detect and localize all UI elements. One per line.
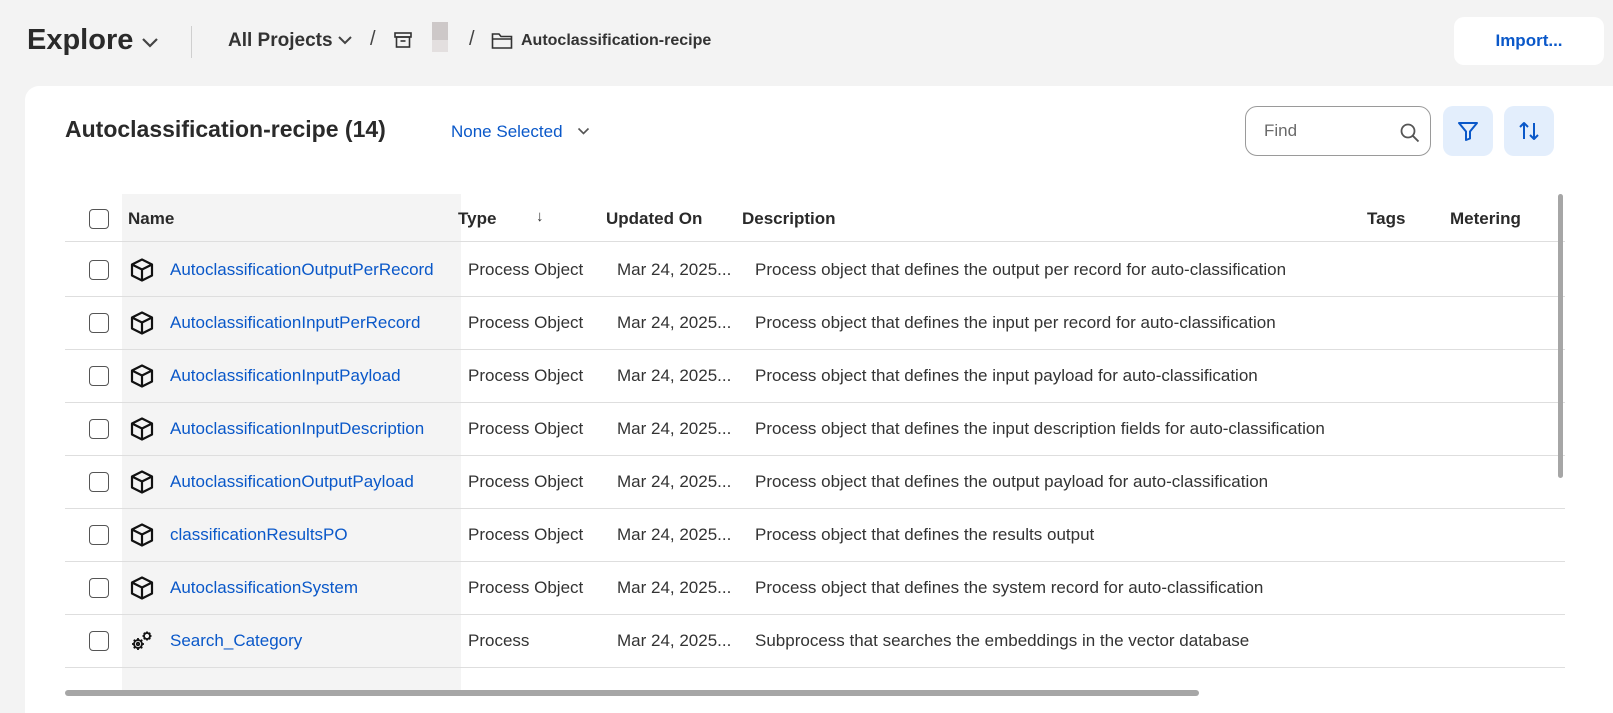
- column-header-tags[interactable]: Tags: [1367, 209, 1405, 229]
- vertical-scrollbar[interactable]: [1558, 194, 1563, 478]
- asset-name-link[interactable]: AutoclassificationOutputPerRecord: [170, 260, 435, 280]
- table-row[interactable]: AutoclassificationInputDescription Proces…: [65, 402, 1565, 456]
- breadcrumb-separator: /: [370, 28, 376, 50]
- breadcrumb-all-projects[interactable]: All Projects: [228, 30, 333, 52]
- select-all-checkbox[interactable]: [89, 209, 109, 229]
- asset-name-link[interactable]: Search_Category: [170, 631, 435, 651]
- find-input[interactable]: [1264, 119, 1394, 143]
- asset-updated-on: Mar 24, 2025...: [617, 525, 732, 544]
- asset-name-link[interactable]: AutoclassificationOutputPayload: [170, 472, 435, 492]
- asset-description: Subprocess that searches the embeddings …: [755, 631, 1250, 650]
- asset-type: Process Object: [468, 260, 584, 279]
- table-row[interactable]: Search_Category Process Mar 24, 2025... Sub…: [65, 614, 1565, 668]
- cube-icon: [129, 469, 155, 495]
- filter-icon: [1458, 122, 1478, 141]
- find-field[interactable]: [1245, 106, 1431, 156]
- filter-button[interactable]: [1443, 106, 1493, 156]
- column-header-metering[interactable]: Metering: [1450, 209, 1521, 229]
- asset-updated-on: Mar 24, 2025...: [617, 631, 732, 650]
- cube-icon: [129, 257, 155, 283]
- asset-description: Process object that defines the output p…: [755, 260, 1287, 279]
- chevron-down-icon[interactable]: [337, 35, 353, 46]
- cube-icon: [129, 575, 155, 601]
- folder-icon: [491, 33, 513, 49]
- sort-button[interactable]: [1504, 106, 1554, 156]
- table-row[interactable]: AutoclassificationInputPayload Process Ob…: [65, 349, 1565, 403]
- cube-icon: [129, 416, 155, 442]
- asset-name-link[interactable]: AutoclassificationInputPayload: [170, 366, 435, 386]
- table-header: Name Type ↓ Updated On Description Tags …: [65, 194, 1565, 242]
- cube-icon: [129, 522, 155, 548]
- horizontal-scrollbar[interactable]: [65, 690, 1199, 696]
- asset-description: Process object that defines the results …: [755, 525, 1095, 544]
- asset-name-link[interactable]: AutoclassificationInputPerRecord: [170, 313, 435, 333]
- row-checkbox[interactable]: [89, 419, 109, 439]
- asset-type: Process Object: [468, 313, 584, 332]
- asset-list-card: Autoclassification-recipe (14) None Sele…: [25, 86, 1613, 713]
- asset-name-link[interactable]: AutoclassificationSystem: [170, 578, 435, 598]
- asset-type: Process Object: [468, 419, 584, 438]
- folder-title: Autoclassification-recipe (14): [65, 116, 386, 142]
- asset-type: Process Object: [468, 578, 584, 597]
- column-header-name[interactable]: Name: [128, 209, 174, 229]
- cube-icon: [129, 310, 155, 336]
- asset-name-link[interactable]: AutoclassificationInputDescription: [170, 419, 435, 439]
- table-row[interactable]: AutoclassificationInputPerRecord Process …: [65, 296, 1565, 350]
- cube-icon: [129, 363, 155, 389]
- page-title: Explore: [27, 24, 134, 56]
- asset-description: Process object that defines the output p…: [755, 472, 1269, 491]
- sort-descending-icon[interactable]: ↓: [536, 208, 544, 225]
- table-row[interactable]: classificationResultsPO Process Object Mar…: [65, 508, 1565, 562]
- table-row[interactable]: AutoclassificationOutputPayload Process O…: [65, 455, 1565, 509]
- breadcrumb-separator: /: [469, 28, 475, 50]
- chevron-down-icon[interactable]: [577, 127, 590, 136]
- row-checkbox[interactable]: [89, 366, 109, 386]
- asset-name-link[interactable]: classificationResultsPO: [170, 525, 435, 545]
- asset-description: Process object that defines the input pe…: [755, 313, 1276, 332]
- search-icon[interactable]: [1399, 122, 1421, 144]
- asset-updated-on: Mar 24, 2025...: [617, 472, 732, 491]
- asset-updated-on: Mar 24, 2025...: [617, 419, 732, 438]
- gears-icon: [129, 628, 155, 654]
- table-row[interactable]: AutoclassificationOutputPerRecord Process…: [65, 243, 1565, 297]
- asset-updated-on: Mar 24, 2025...: [617, 313, 732, 332]
- asset-description: Process object that defines the input pa…: [755, 366, 1258, 385]
- asset-updated-on: Mar 24, 2025...: [617, 578, 732, 597]
- sort-arrows-icon: [1519, 122, 1539, 140]
- breadcrumb-project-thumbnail[interactable]: [432, 22, 448, 52]
- archive-icon[interactable]: [393, 30, 413, 50]
- row-checkbox[interactable]: [89, 260, 109, 280]
- header-divider: [191, 26, 192, 58]
- asset-table: Name Type ↓ Updated On Description Tags …: [65, 194, 1565, 694]
- asset-updated-on: Mar 24, 2025...: [617, 260, 732, 279]
- asset-type: Process: [468, 631, 530, 650]
- column-header-updated-on[interactable]: Updated On: [606, 209, 702, 229]
- selection-dropdown[interactable]: None Selected: [451, 122, 563, 142]
- asset-type: Process Object: [468, 366, 584, 385]
- chevron-down-icon[interactable]: [141, 37, 159, 49]
- row-checkbox[interactable]: [89, 525, 109, 545]
- asset-description: Process object that defines the system r…: [755, 578, 1264, 597]
- asset-type: Process Object: [468, 525, 584, 544]
- row-checkbox[interactable]: [89, 472, 109, 492]
- top-bar: Explore All Projects / / Autoclassificat…: [0, 0, 1613, 84]
- column-header-description[interactable]: Description: [742, 209, 836, 229]
- row-checkbox[interactable]: [89, 313, 109, 333]
- asset-updated-on: Mar 24, 2025...: [617, 366, 732, 385]
- asset-type: Process Object: [468, 472, 584, 491]
- table-row[interactable]: AutoclassificationSystem Process Object Ma…: [65, 561, 1565, 615]
- asset-description: Process object that defines the input de…: [755, 419, 1325, 438]
- row-checkbox[interactable]: [89, 578, 109, 598]
- breadcrumb-current-folder: Autoclassification-recipe: [521, 32, 712, 49]
- import-button[interactable]: Import...: [1454, 17, 1604, 65]
- column-header-type[interactable]: Type: [458, 209, 496, 229]
- row-checkbox[interactable]: [89, 631, 109, 651]
